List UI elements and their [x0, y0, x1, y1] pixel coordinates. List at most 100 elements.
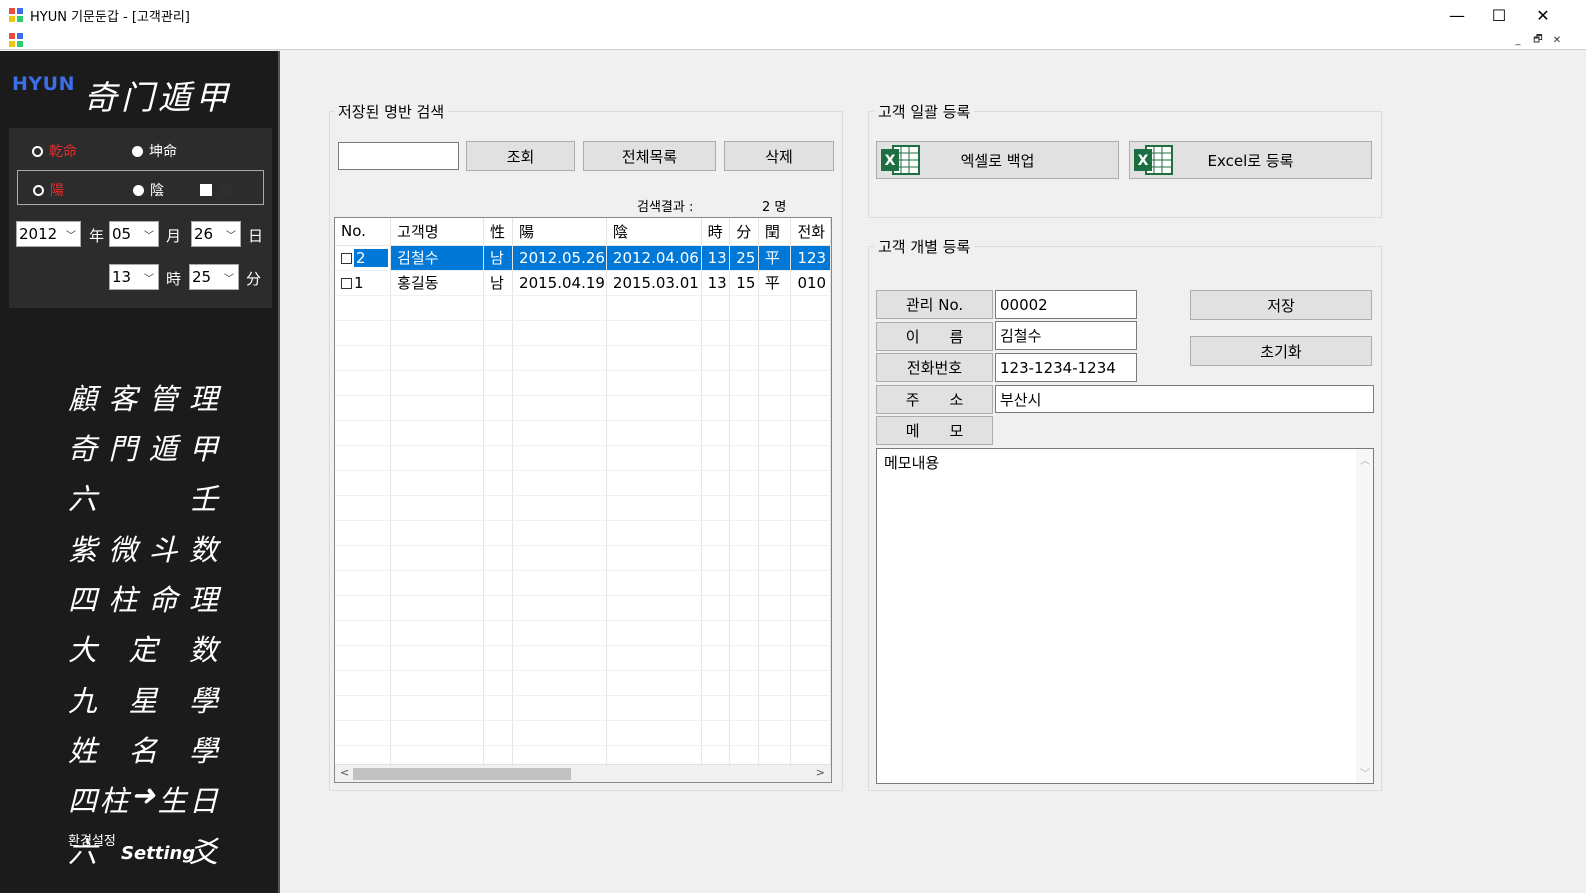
mdi-minimize-button[interactable]: _ [1510, 33, 1526, 47]
checkbox-icon [200, 184, 212, 196]
scroll-up-icon[interactable]: ︿ [1360, 452, 1370, 467]
horizontal-scrollbar[interactable]: < > [335, 764, 831, 782]
nav-char: 数 [188, 633, 218, 667]
minute-select[interactable]: 25 ﹀ [189, 264, 239, 290]
sidebar-nav-item[interactable]: 四柱 ➜ 生日 [68, 778, 218, 820]
nav-char: 理 [188, 583, 218, 617]
close-button[interactable]: ✕ [1520, 0, 1566, 30]
month-select[interactable]: 05 ﹀ [109, 221, 159, 247]
radio-female[interactable]: 坤命 [132, 141, 177, 161]
customer-grid[interactable]: No. 고객명 性陽陰時分閏 전화 2 김철수 남 2012.05.26 2012.04.06… [334, 217, 832, 783]
scroll-left-icon[interactable]: < [340, 766, 349, 779]
empty-cell [701, 570, 731, 596]
sidebar-nav-item[interactable]: 奇門遁甲 [68, 426, 218, 468]
memo-scrollbar[interactable]: ︿ ﹀ [1356, 449, 1373, 783]
empty-cell [390, 595, 485, 621]
grid-column-header[interactable]: No. [335, 218, 392, 246]
nav-char: 四 [68, 784, 98, 818]
query-button[interactable]: 조회 [466, 141, 575, 171]
empty-cell [390, 470, 485, 496]
empty-cell [758, 520, 792, 546]
logo-calligraphy: 奇门遁甲 [84, 78, 232, 117]
mdi-restore-button[interactable]: 🗗 [1530, 33, 1546, 47]
excel-icon: X [1134, 145, 1173, 175]
table-cell: 123 [790, 245, 831, 271]
chevron-down-icon: ﹀ [226, 231, 236, 242]
table-row[interactable]: 2 김철수 남 2012.05.26 2012.04.06 13 25 平 123 [335, 245, 831, 271]
svg-text:X: X [1138, 153, 1149, 169]
leap-checkbox[interactable]: 閏 [200, 180, 232, 200]
excel-backup-button[interactable]: X 엑셀로 백업 [876, 141, 1119, 179]
sidebar-nav-item[interactable]: 紫微斗数 [68, 527, 218, 569]
empty-cell [390, 570, 485, 596]
phone-field[interactable]: 123-1234-1234 [995, 353, 1137, 382]
row-checkbox[interactable] [341, 277, 352, 289]
scroll-thumb[interactable] [353, 768, 571, 780]
table-cell: 15 [729, 270, 759, 296]
empty-cell [483, 495, 514, 521]
empty-cell [606, 645, 702, 671]
empty-cell [390, 445, 485, 471]
grid-column-header[interactable]: 閏 [758, 218, 792, 246]
sidebar-nav-item[interactable]: 大定数 [68, 627, 218, 669]
search-input[interactable] [338, 142, 459, 170]
scroll-right-icon[interactable]: > [816, 766, 825, 779]
grid-column-header[interactable]: 전화 [790, 218, 831, 246]
empty-cell [701, 670, 731, 696]
delete-button[interactable]: 삭제 [724, 141, 834, 171]
radio-male[interactable]: 乾命 [32, 141, 77, 161]
empty-row [335, 420, 831, 446]
grid-column-header[interactable]: 時 [701, 218, 731, 246]
sidebar-nav-item[interactable]: 九星學 [68, 678, 218, 720]
excel-import-button[interactable]: X Excel로 등록 [1129, 141, 1372, 179]
minimize-button[interactable]: — [1434, 0, 1480, 30]
reset-button[interactable]: 초기화 [1190, 336, 1372, 366]
nav-char: 微 [108, 533, 138, 567]
grid-column-header[interactable]: 性 [483, 218, 514, 246]
sidebar-nav-item[interactable]: 四柱命理 [68, 577, 218, 619]
logo-text: HYUN [12, 73, 75, 95]
show-all-button[interactable]: 전체목록 [583, 141, 716, 171]
year-select[interactable]: 2012 ﹀ [16, 221, 81, 247]
mdi-close-button[interactable]: ✕ [1549, 33, 1565, 47]
setting-label-en[interactable]: Setting [121, 843, 195, 864]
address-field[interactable]: 부산시 [995, 385, 1374, 413]
name-field[interactable]: 김철수 [995, 321, 1137, 350]
empty-cell [790, 520, 831, 546]
sidebar-nav-item[interactable]: 顧客管理 [68, 376, 218, 418]
radio-lunar[interactable]: 陰 [133, 180, 164, 200]
nav-char: 理 [188, 382, 218, 416]
table-cell: 1 [335, 270, 392, 296]
empty-cell [606, 295, 702, 321]
memo-textarea[interactable]: 메모내용 ︿ ﹀ [876, 448, 1374, 784]
empty-cell [758, 695, 792, 721]
setting-label-ko[interactable]: 환경설정 [68, 830, 116, 849]
grid-column-header[interactable]: 分 [729, 218, 759, 246]
empty-cell [335, 620, 392, 646]
maximize-button[interactable]: ☐ [1476, 0, 1522, 30]
empty-cell [701, 420, 731, 446]
sidebar-nav-item[interactable]: 姓名學 [68, 728, 218, 770]
empty-cell [729, 470, 759, 496]
nav-char: 學 [188, 684, 218, 718]
row-checkbox[interactable] [341, 252, 352, 264]
table-row[interactable]: 1 홍길동 남 2015.04.19 2015.03.01 13 15 平 010 [335, 270, 831, 296]
logo: HYUN 奇门遁甲 [12, 71, 272, 131]
no-field[interactable]: 00002 [995, 290, 1137, 319]
grid-column-header[interactable]: 陰 [606, 218, 702, 246]
sidebar-nav-item[interactable]: 六壬 [68, 476, 218, 518]
save-button[interactable]: 저장 [1190, 290, 1372, 320]
empty-cell [335, 720, 392, 746]
scroll-down-icon[interactable]: ﹀ [1360, 765, 1370, 780]
nav-char: 名 [128, 734, 158, 768]
nav-char: ➜ [130, 778, 156, 812]
empty-cell [390, 695, 485, 721]
day-select[interactable]: 26 ﹀ [191, 221, 241, 247]
empty-cell [606, 595, 702, 621]
radio-solar[interactable]: 陽 [33, 180, 64, 200]
grid-column-header[interactable]: 고객명 [390, 218, 485, 246]
empty-cell [758, 320, 792, 346]
hour-select[interactable]: 13 ﹀ [109, 264, 159, 290]
sidebar: HYUN 奇门遁甲 乾命 坤命 陽 陰 閏 2012 ﹀ 年 05 ﹀ 月 26… [0, 51, 280, 893]
grid-column-header[interactable]: 陽 [512, 218, 607, 246]
